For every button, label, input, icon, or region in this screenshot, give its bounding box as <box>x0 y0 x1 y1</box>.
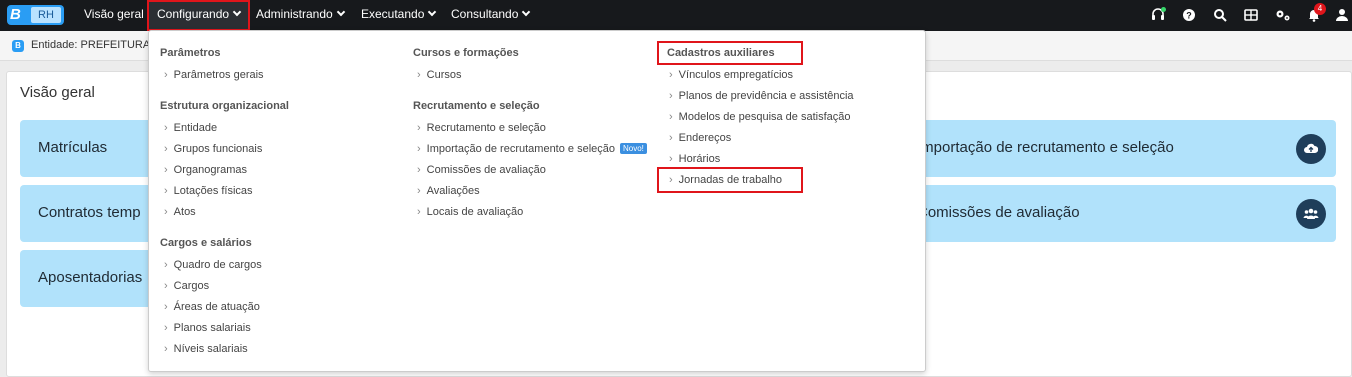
menu-link-organogramas[interactable]: Organogramas <box>164 164 247 176</box>
menu-link-horarios[interactable]: Horários <box>669 153 721 165</box>
menu-link-entidade[interactable]: Entidade <box>164 122 217 134</box>
apps-grid-icon-glyph <box>1244 9 1258 21</box>
nav-consultando-label: Consultando <box>451 7 519 21</box>
logo-letter: B <box>10 6 21 23</box>
configurando-dropdown-menu: Parâmetros Parâmetros gerais Estrutura o… <box>148 30 926 372</box>
app-logo[interactable]: B RH <box>7 5 64 25</box>
menu-link-label: Importação de recrutamento e seleção <box>426 143 615 155</box>
menu-link-planos-salariais[interactable]: Planos salariais <box>164 322 251 334</box>
card-label: Contratos temp <box>38 204 141 221</box>
entity-logo-icon: B <box>12 40 24 52</box>
card-label: Importação de recrutamento e seleção <box>917 139 1174 156</box>
page-title: Visão geral <box>20 84 95 101</box>
chevron-down-icon <box>428 7 437 17</box>
cloud-upload-icon[interactable] <box>1296 134 1326 164</box>
users-group-icon[interactable] <box>1296 199 1326 229</box>
card-label: Comissões de avaliação <box>917 204 1080 221</box>
card-importacao-recrutamento[interactable]: Importação de recrutamento e seleção <box>887 120 1336 177</box>
notification-count-badge: 4 <box>1314 3 1326 15</box>
section-title-cursos-formacoes: Cursos e formações <box>413 47 519 59</box>
menu-link-areas-de-atuacao[interactable]: Áreas de atuação <box>164 301 260 313</box>
card-label: Matrículas <box>38 139 108 156</box>
nav-administrando-label: Administrando <box>256 7 333 21</box>
help-icon[interactable]: ? <box>1182 8 1196 22</box>
settings-gears-icon-glyph <box>1276 10 1290 21</box>
menu-link-grupos-funcionais[interactable]: Grupos funcionais <box>164 143 263 155</box>
apps-grid-icon[interactable] <box>1244 8 1258 22</box>
search-icon-glyph <box>1214 9 1227 22</box>
nav-executando[interactable]: Executando <box>361 0 437 31</box>
card-label: Aposentadorias <box>38 269 143 286</box>
menu-link-importacao-recrutamento[interactable]: Importação de recrutamento e seleção Novo… <box>417 143 647 155</box>
svg-text:?: ? <box>1186 11 1192 21</box>
users-group-icon-glyph <box>1303 208 1319 219</box>
user-icon[interactable] <box>1335 8 1349 22</box>
novo-badge: Novo! <box>620 143 647 154</box>
section-title-estrutura-organizacional: Estrutura organizacional <box>160 100 289 112</box>
module-label: RH <box>31 7 61 23</box>
nav-executando-label: Executando <box>361 7 425 21</box>
chevron-down-icon <box>232 7 242 17</box>
nav-visao-geral[interactable]: Visão geral <box>84 0 144 31</box>
menu-link-niveis-salariais[interactable]: Níveis salariais <box>164 343 248 355</box>
user-icon-glyph <box>1336 9 1348 21</box>
menu-link-enderecos[interactable]: Endereços <box>669 132 732 144</box>
section-title-cargos-salarios: Cargos e salários <box>160 237 252 249</box>
menu-link-comissoes-avaliacao[interactable]: Comissões de avaliação <box>417 164 546 176</box>
card-comissoes-avaliacao[interactable]: Comissões de avaliação <box>887 185 1336 242</box>
chevron-down-icon <box>336 7 345 17</box>
nav-configurando-label: Configurando <box>157 7 230 21</box>
menu-link-planos-previdencia[interactable]: Planos de previdência e assistência <box>669 90 854 102</box>
highlight-box-jornadas <box>657 167 803 193</box>
menu-link-quadro-de-cargos[interactable]: Quadro de cargos <box>164 259 262 271</box>
menu-link-lotacoes-fisicas[interactable]: Lotações físicas <box>164 185 253 197</box>
entity-label[interactable]: Entidade: PREFEITURA D <box>31 39 161 51</box>
nav-configurando[interactable]: Configurando <box>146 0 251 31</box>
top-navbar: B RH Visão geral Configurando Administra… <box>0 0 1352 31</box>
menu-link-parametros-gerais[interactable]: Parâmetros gerais <box>164 69 264 81</box>
highlight-box-cadastros-auxiliares <box>657 41 803 65</box>
menu-link-modelos-pesquisa[interactable]: Modelos de pesquisa de satisfação <box>669 111 851 123</box>
cloud-upload-icon-glyph <box>1304 143 1319 153</box>
menu-link-cargos[interactable]: Cargos <box>164 280 209 292</box>
help-icon-glyph: ? <box>1183 9 1195 21</box>
online-status-dot <box>1161 7 1166 12</box>
nav-consultando[interactable]: Consultando <box>451 0 531 31</box>
search-icon[interactable] <box>1213 8 1227 22</box>
settings-gears-icon[interactable] <box>1275 8 1290 22</box>
menu-link-avaliacoes[interactable]: Avaliações <box>417 185 480 197</box>
chevron-down-icon <box>522 7 531 17</box>
menu-link-vinculos-empregaticios[interactable]: Vínculos empregatícios <box>669 69 793 81</box>
menu-link-atos[interactable]: Atos <box>164 206 196 218</box>
menu-link-cursos[interactable]: Cursos <box>417 69 462 81</box>
menu-link-locais-avaliacao[interactable]: Locais de avaliação <box>417 206 524 218</box>
menu-link-recrutamento-selecao[interactable]: Recrutamento e seleção <box>417 122 546 134</box>
nav-administrando[interactable]: Administrando <box>256 0 345 31</box>
section-title-recrutamento-selecao: Recrutamento e seleção <box>413 100 540 112</box>
section-title-parametros: Parâmetros <box>160 47 221 59</box>
